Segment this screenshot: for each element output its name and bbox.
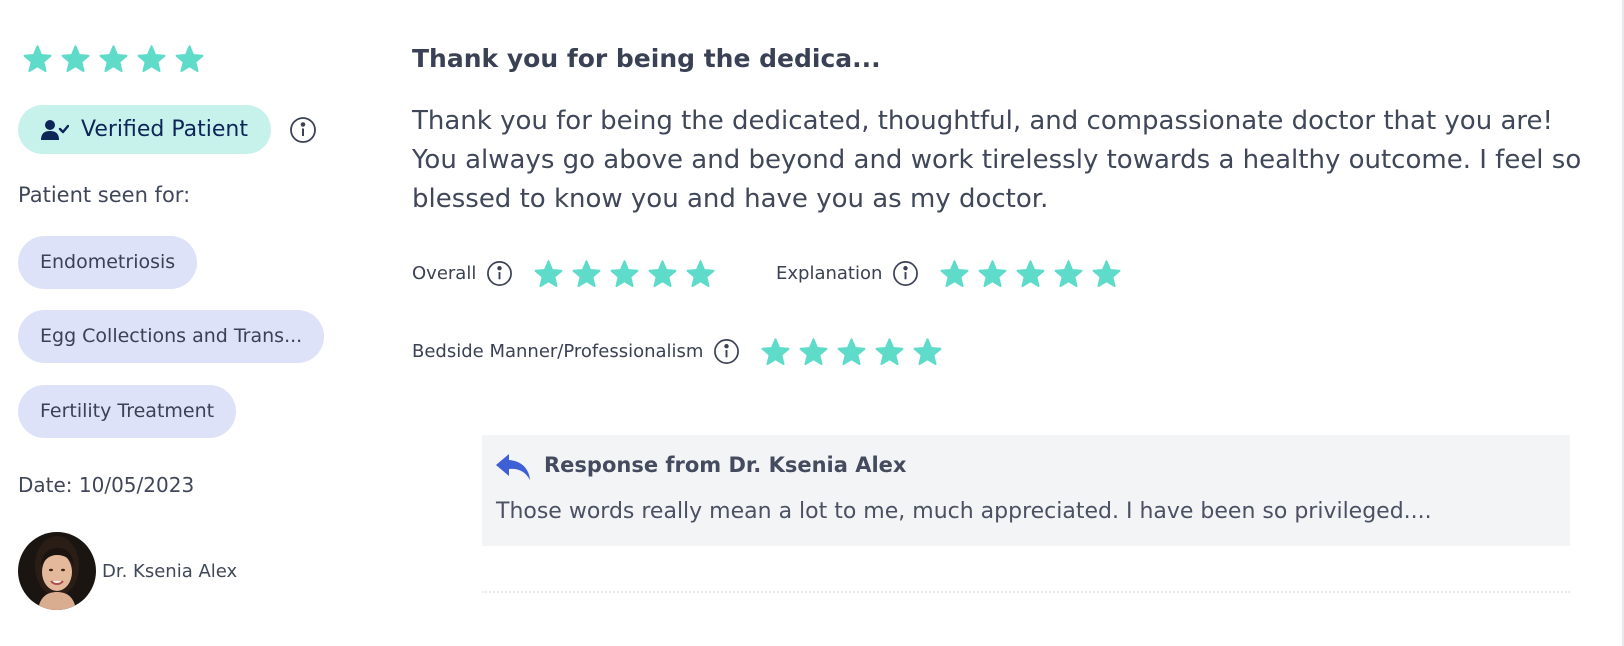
star-icon — [572, 260, 601, 288]
response-text: Those words really mean a lot to me, muc… — [496, 499, 1432, 524]
condition-chip[interactable]: Egg Collections and Trans... — [18, 310, 325, 363]
star-icon — [978, 260, 1007, 288]
overall-star-rating — [22, 43, 205, 74]
star-icon — [940, 260, 969, 288]
star-icon — [534, 260, 563, 288]
verified-patient-badge: Verified Patient — [18, 105, 271, 154]
star-icon — [61, 45, 90, 73]
rating-label: Overall — [412, 263, 477, 284]
condition-chip[interactable]: Fertility Treatment — [18, 385, 237, 438]
star-icon — [99, 45, 128, 73]
verified-row: Verified Patient — [18, 105, 317, 154]
star-icon — [175, 45, 204, 73]
star-icon — [1054, 260, 1083, 288]
info-icon[interactable] — [713, 338, 740, 365]
doctor-response: Response from Dr. Ksenia Alex Those word… — [482, 435, 1570, 546]
info-icon[interactable] — [289, 116, 317, 144]
star-icon — [1092, 260, 1121, 288]
verified-patient-label: Verified Patient — [81, 117, 248, 142]
review-body: Thank you for being the dedicated, thoug… — [412, 106, 1582, 214]
star-icon — [800, 338, 828, 366]
star-icon — [762, 338, 790, 366]
rating-overall: Overall — [412, 258, 716, 289]
doctor-name[interactable]: Dr. Ksenia Alex — [102, 561, 237, 582]
star-icon — [686, 260, 715, 288]
rating-stars — [939, 258, 1122, 289]
condition-chip[interactable]: Endometriosis — [18, 236, 198, 289]
doctor-profile[interactable]: Dr. Ksenia Alex — [18, 532, 237, 610]
star-icon — [1016, 260, 1045, 288]
response-title: Response from Dr. Ksenia Alex — [544, 453, 907, 477]
star-icon — [914, 338, 942, 366]
star-icon — [648, 260, 677, 288]
star-icon — [610, 260, 639, 288]
star-icon — [838, 338, 866, 366]
avatar[interactable] — [18, 532, 96, 610]
star-icon — [876, 338, 904, 366]
rating-explanation: Explanation — [776, 258, 1122, 289]
star-icon — [137, 45, 166, 73]
patient-seen-for-label: Patient seen for: — [18, 183, 191, 207]
rating-stars — [533, 258, 716, 289]
info-icon[interactable] — [486, 260, 513, 287]
rating-label: Bedside Manner/Professionalism — [412, 341, 704, 362]
rating-stars — [760, 336, 943, 367]
rating-bedside-manner: Bedside Manner/Professionalism — [412, 336, 943, 367]
user-check-icon — [41, 119, 69, 140]
info-icon[interactable] — [892, 260, 919, 287]
divider — [482, 591, 1570, 593]
review-title: Thank you for being the dedica... — [412, 44, 881, 73]
rating-label: Explanation — [776, 263, 883, 284]
reply-arrow-icon — [496, 454, 530, 480]
review-date: Date: 10/05/2023 — [18, 473, 195, 497]
star-icon — [23, 45, 52, 73]
